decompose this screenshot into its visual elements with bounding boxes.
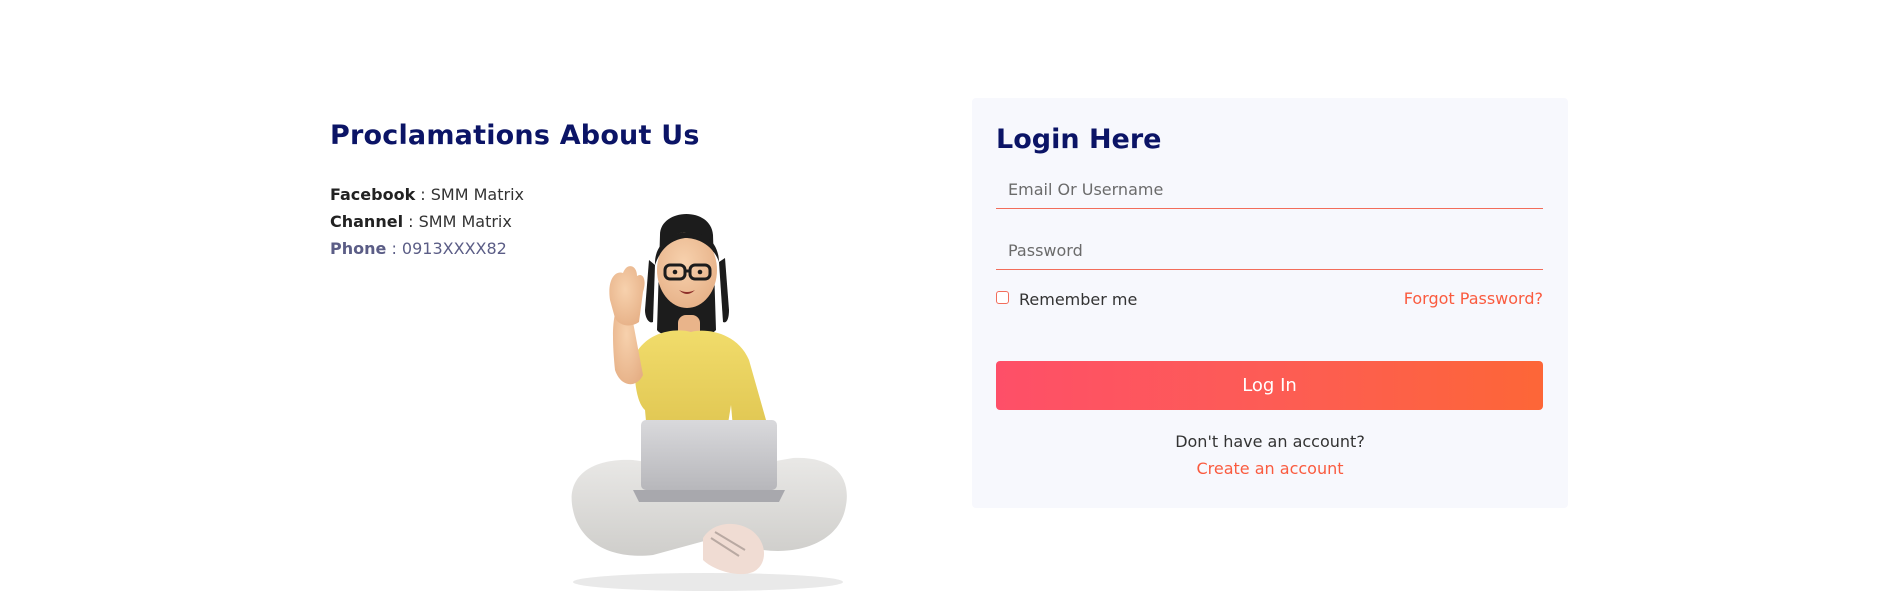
forgot-password-link[interactable]: Forgot Password? bbox=[1404, 288, 1543, 310]
password-input[interactable] bbox=[996, 231, 1543, 269]
email-input[interactable] bbox=[996, 170, 1543, 208]
login-title: Login Here bbox=[996, 124, 1162, 155]
remember-me-checkbox[interactable] bbox=[996, 291, 1009, 304]
facebook-line: Facebook : SMM Matrix bbox=[330, 181, 870, 208]
channel-label: Channel bbox=[330, 212, 404, 231]
remember-me-row: Remember me bbox=[996, 288, 1137, 310]
phone-value: : 0913XXXX82 bbox=[386, 239, 507, 258]
facebook-value: : SMM Matrix bbox=[415, 185, 524, 204]
facebook-label: Facebook bbox=[330, 185, 416, 204]
login-card: Login Here Remember me Forgot Password? … bbox=[972, 98, 1568, 508]
page: Proclamations About Us Facebook : SMM Ma… bbox=[0, 0, 1890, 605]
girl-with-laptop-illustration bbox=[553, 210, 863, 595]
login-button[interactable]: Log In bbox=[996, 361, 1543, 410]
remember-me-label[interactable]: Remember me bbox=[1019, 290, 1137, 309]
about-title: Proclamations About Us bbox=[330, 120, 700, 151]
create-account-row: Create an account bbox=[972, 458, 1568, 480]
create-account-link[interactable]: Create an account bbox=[1196, 459, 1343, 478]
channel-value: : SMM Matrix bbox=[403, 212, 512, 231]
password-field-wrapper bbox=[996, 231, 1543, 270]
no-account-text: Don't have an account? bbox=[1175, 432, 1365, 451]
email-field-wrapper bbox=[996, 170, 1543, 209]
phone-label: Phone bbox=[330, 239, 387, 258]
